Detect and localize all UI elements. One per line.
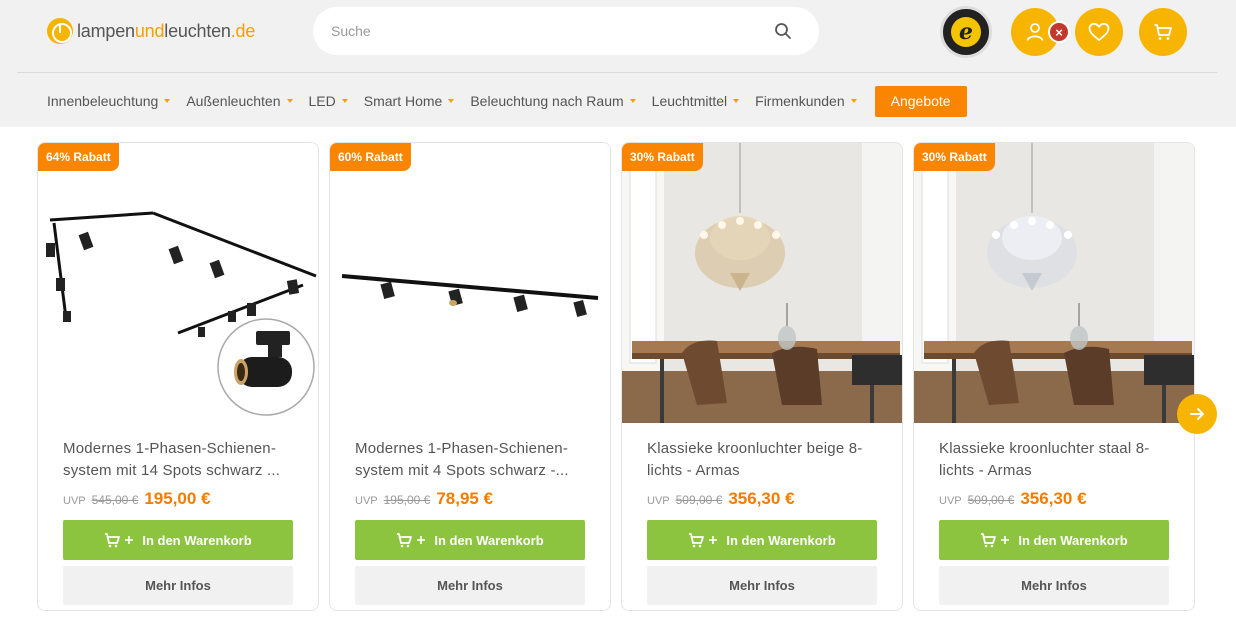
add-to-cart-button[interactable]: In den Warenkorb [939,520,1169,560]
search-bar [313,7,819,55]
nav-item-innenbeleuchtung[interactable]: Innenbeleuchtung [47,93,171,109]
discount-badge: 64% Rabatt [38,143,119,171]
nav-item-aussenleuchten[interactable]: Außenleuchten [186,93,293,109]
cart-add-icon [397,533,426,548]
product-carousel: 64% Rabatt Modernes 1-Phasen-Schienen-sy… [0,127,1236,629]
product-card[interactable]: 30% Rabatt Klassieke kroonluchter beige … [621,142,903,611]
header-divider [17,72,1217,73]
product-title[interactable]: Modernes 1-Phasen-Schienen-system mit 4 … [355,438,595,482]
discount-badge: 60% Rabatt [330,143,411,171]
arrow-right-icon [1190,408,1204,420]
nav-item-led[interactable]: LED [309,93,348,109]
uvp-label: UVP [647,495,670,507]
more-info-button[interactable]: Mehr Infos [647,566,877,605]
price-row: UVP 195,00 € 78,95 € [355,489,493,509]
product-image[interactable] [914,143,1194,423]
cart-add-icon [689,533,718,548]
more-info-button[interactable]: Mehr Infos [63,566,293,605]
cart-add-icon [105,533,134,548]
old-price: 195,00 € [383,493,431,507]
chevron-down-icon [448,99,455,103]
product-title[interactable]: Klassieke kroonluchter staal 8-lichts - … [939,438,1179,482]
current-price: 78,95 € [436,489,494,508]
product-title[interactable]: Klassieke kroonluchter beige 8-lichts - … [647,438,887,482]
add-to-cart-button[interactable]: In den Warenkorb [63,520,293,560]
nav-item-leuchtmittel[interactable]: Leuchtmittel [652,93,740,109]
current-price: 195,00 € [144,489,211,508]
site-logo[interactable]: lampenundleuchten.de [47,18,255,44]
cart-icon [1154,24,1172,40]
trusted-shops-seal-icon[interactable]: e [940,6,992,58]
heart-icon [1088,22,1110,41]
chevron-down-icon [850,99,857,103]
product-image[interactable] [38,143,318,423]
old-price: 509,00 € [967,493,1015,507]
current-price: 356,30 € [1020,489,1087,508]
nav-item-smart-home[interactable]: Smart Home [364,93,455,109]
more-info-button[interactable]: Mehr Infos [939,566,1169,605]
uvp-label: UVP [355,495,378,507]
product-card[interactable]: 60% Rabatt Modernes 1-Phasen-Schienen-sy… [329,142,611,611]
nav-offers-button[interactable]: Angebote [874,85,967,117]
discount-badge: 30% Rabatt [914,143,995,171]
user-icon [1026,23,1044,41]
cart-add-icon [981,533,1010,548]
product-title[interactable]: Modernes 1-Phasen-Schienen-system mit 14… [63,438,303,482]
uvp-label: UVP [939,495,962,507]
carousel-next-button[interactable] [1177,394,1217,434]
chevron-down-icon [164,99,171,103]
price-row: UVP 509,00 € 356,30 € [647,489,795,509]
close-icon: × [1048,21,1070,43]
wishlist-button[interactable] [1075,8,1123,56]
site-header: lampenundleuchten.de e × Innenbeleuchtun… [0,0,1236,127]
search-input[interactable] [331,19,751,43]
product-card[interactable]: 30% Rabatt Klassieke kroonluchter staal … [913,142,1195,611]
old-price: 509,00 € [675,493,723,507]
discount-badge: 30% Rabatt [622,143,703,171]
old-price: 545,00 € [91,493,139,507]
chevron-down-icon [629,99,636,103]
trusted-shops-letter: e [951,17,981,47]
current-price: 356,30 € [728,489,795,508]
logo-text: lampenundleuchten.de [77,20,256,41]
product-card[interactable]: 64% Rabatt Modernes 1-Phasen-Schienen-sy… [37,142,319,611]
more-info-button[interactable]: Mehr Infos [355,566,585,605]
price-row: UVP 509,00 € 356,30 € [939,489,1087,509]
cart-button[interactable] [1139,8,1187,56]
nav-item-firmenkunden[interactable]: Firmenkunden [755,93,857,109]
add-to-cart-button[interactable]: In den Warenkorb [355,520,585,560]
chevron-down-icon [341,99,348,103]
search-icon[interactable] [771,19,795,43]
uvp-label: UVP [63,495,86,507]
product-image[interactable] [622,143,902,423]
price-row: UVP 545,00 € 195,00 € [63,489,211,509]
nav-item-beleuchtung-nach-raum[interactable]: Beleuchtung nach Raum [470,93,636,109]
logo-power-icon [47,18,73,44]
chevron-down-icon [733,99,740,103]
add-to-cart-button[interactable]: In den Warenkorb [647,520,877,560]
chevron-down-icon [286,99,293,103]
product-image[interactable] [330,143,610,423]
main-nav: Innenbeleuchtung Außenleuchten LED Smart… [47,85,967,117]
